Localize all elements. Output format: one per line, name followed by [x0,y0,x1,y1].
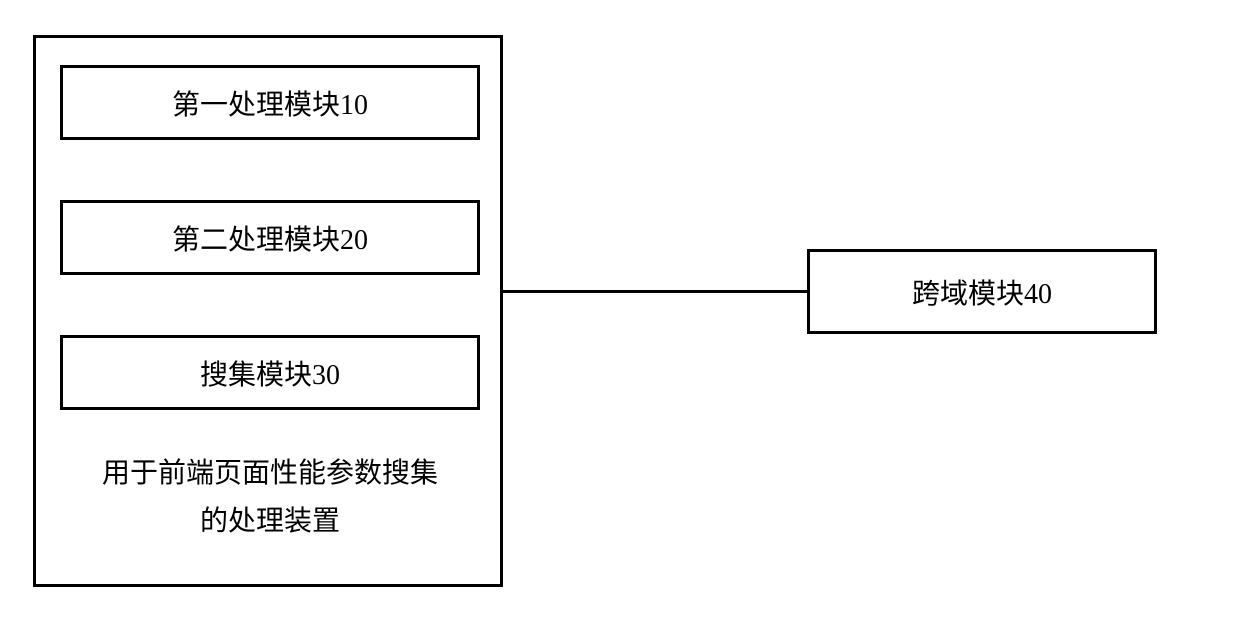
module-box-second-processing: 第二处理模块20 [60,200,480,275]
module-label: 搜集模块30 [200,353,340,393]
module-box-collection: 搜集模块30 [60,335,480,410]
diagram-canvas: 第一处理模块10 第二处理模块20 搜集模块30 用于前端页面性能参数搜集 的处… [0,0,1240,625]
module-box-cross-domain: 跨域模块40 [807,249,1157,334]
module-label: 跨域模块40 [912,272,1052,312]
connector-line [503,290,807,293]
module-label: 第一处理模块10 [172,83,368,123]
caption-line-2: 的处理装置 [200,506,340,537]
module-label: 第二处理模块20 [172,218,368,258]
caption-line-1: 用于前端页面性能参数搜集 [102,458,438,489]
module-box-first-processing: 第一处理模块10 [60,65,480,140]
device-caption: 用于前端页面性能参数搜集 的处理装置 [60,450,480,546]
